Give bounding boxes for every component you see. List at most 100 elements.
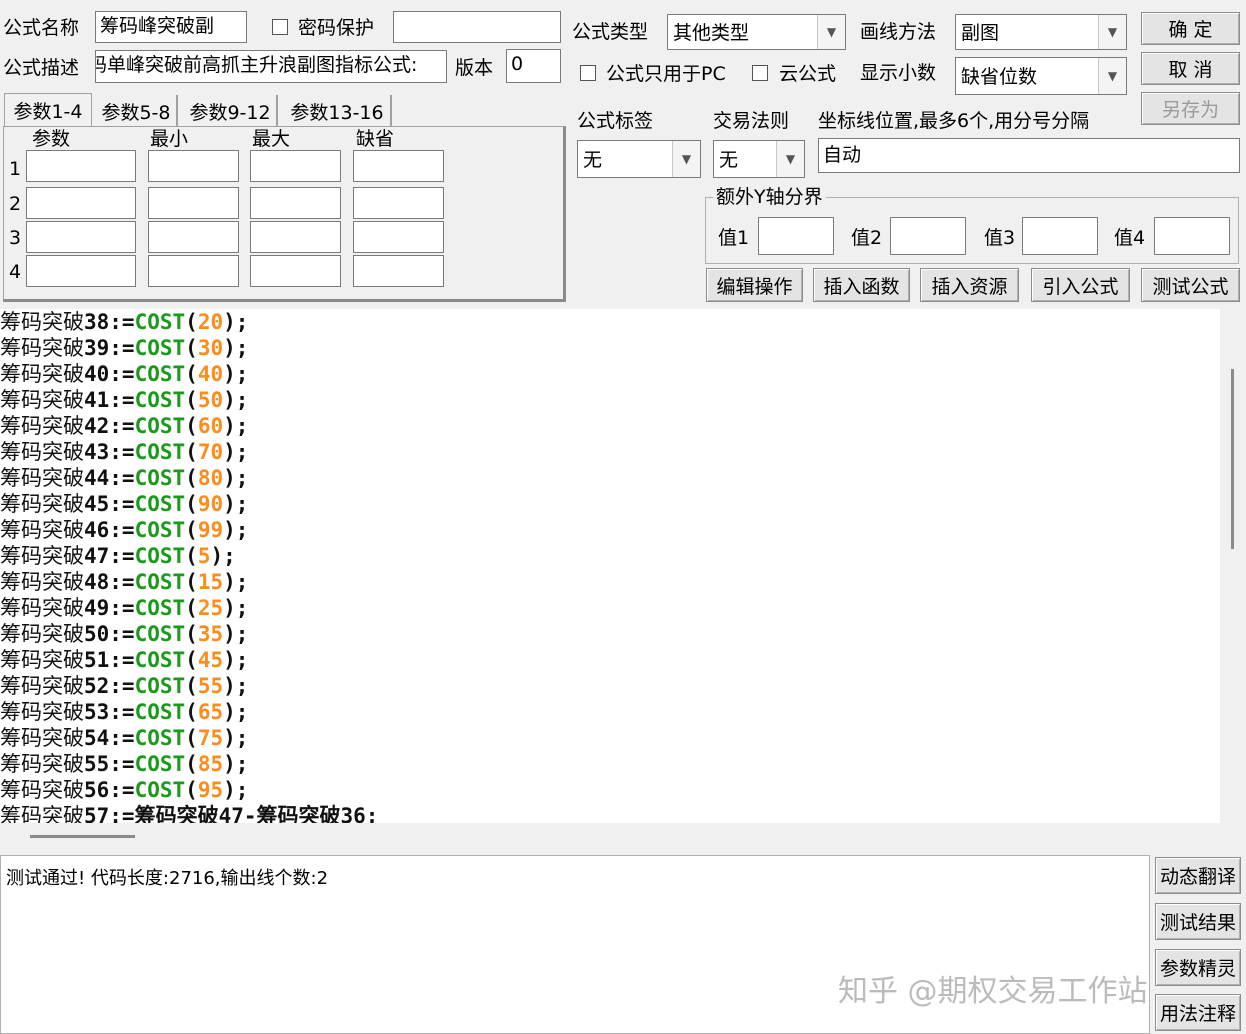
param-min-input[interactable] bbox=[148, 150, 239, 182]
code-horizontal-scrollbar[interactable] bbox=[0, 823, 1240, 851]
draw-select[interactable]: 副图 ▼ bbox=[955, 14, 1127, 50]
code-line[interactable]: 筹码突破55:=COST(85); bbox=[0, 751, 248, 777]
insert-resource-button[interactable]: 插入资源 bbox=[920, 268, 1019, 302]
save-as-button[interactable]: 另存为 bbox=[1141, 92, 1240, 125]
code-line[interactable]: 筹码突破54:=COST(75); bbox=[0, 725, 248, 751]
chevron-down-icon[interactable]: ▼ bbox=[776, 141, 804, 177]
param-min-input[interactable] bbox=[148, 187, 239, 219]
code-line[interactable]: 筹码突破50:=COST(35); bbox=[0, 621, 248, 647]
version-input[interactable]: 0 bbox=[506, 49, 561, 83]
params-row-label: 3 bbox=[9, 227, 22, 249]
param-min-input[interactable] bbox=[148, 255, 239, 287]
dynamic-translate-button[interactable]: 动态翻译 bbox=[1155, 857, 1241, 894]
decimals-select[interactable]: 缺省位数 ▼ bbox=[955, 57, 1127, 95]
version-label: 版本 bbox=[455, 57, 494, 79]
code-line[interactable]: 筹码突破46:=COST(99); bbox=[0, 517, 248, 543]
code-line[interactable]: 筹码突破43:=COST(70); bbox=[0, 439, 248, 465]
code-function: COST bbox=[134, 336, 186, 360]
y-value-3-input[interactable] bbox=[1022, 217, 1098, 255]
chevron-down-icon[interactable]: ▼ bbox=[1098, 15, 1126, 49]
edit-ops-button[interactable]: 编辑操作 bbox=[706, 268, 803, 302]
code-line[interactable]: 筹码突破53:=COST(65); bbox=[0, 699, 248, 725]
code-line[interactable]: 筹码突破42:=COST(60); bbox=[0, 413, 248, 439]
code-text: 筹码突破 bbox=[0, 622, 84, 646]
y-value-4-input[interactable] bbox=[1154, 217, 1230, 255]
param-default-input[interactable] bbox=[353, 150, 444, 182]
code-line[interactable]: 筹码突破38:=COST(20); bbox=[0, 309, 248, 335]
scrollbar-thumb[interactable] bbox=[1231, 369, 1234, 549]
pc-only-checkbox[interactable] bbox=[580, 65, 596, 81]
rule-select[interactable]: 无 ▼ bbox=[713, 140, 805, 178]
code-text: 54:= bbox=[84, 726, 135, 750]
code-text: ( bbox=[185, 752, 198, 776]
y-value-1-input[interactable] bbox=[758, 217, 834, 255]
code-function: COST bbox=[134, 518, 186, 542]
param-name-input[interactable] bbox=[26, 187, 136, 219]
param-max-input[interactable] bbox=[250, 150, 341, 182]
param-name-input[interactable] bbox=[26, 150, 136, 182]
code-line[interactable]: 筹码突破41:=COST(50); bbox=[0, 387, 248, 413]
name-input[interactable]: 筹码峰突破副 bbox=[95, 11, 247, 43]
password-input[interactable] bbox=[393, 11, 561, 43]
type-select[interactable]: 其他类型 ▼ bbox=[667, 14, 846, 50]
code-number: 45 bbox=[197, 648, 224, 672]
tab-params-9-12[interactable]: 参数9-12 bbox=[184, 95, 278, 127]
tab-params-13-16[interactable]: 参数13-16 bbox=[284, 95, 392, 127]
chevron-down-icon[interactable]: ▼ bbox=[672, 141, 700, 177]
param-default-input[interactable] bbox=[353, 187, 444, 219]
password-checkbox[interactable] bbox=[272, 19, 288, 35]
test-result-button[interactable]: 测试结果 bbox=[1155, 903, 1241, 940]
import-formula-button[interactable]: 引入公式 bbox=[1031, 268, 1130, 302]
code-text: 52:= bbox=[84, 674, 135, 698]
param-min-input[interactable] bbox=[148, 221, 239, 253]
param-wizard-button[interactable]: 参数精灵 bbox=[1155, 949, 1241, 986]
test-formula-button[interactable]: 测试公式 bbox=[1141, 268, 1240, 302]
insert-function-button[interactable]: 插入函数 bbox=[813, 268, 910, 302]
param-default-input[interactable] bbox=[353, 255, 444, 287]
y-value-2-input[interactable] bbox=[890, 217, 966, 255]
code-editor[interactable]: 筹码突破38:=COST(20); 筹码突破39:=COST(30); 筹码突破40… bbox=[0, 309, 1220, 823]
code-line[interactable]: 筹码突破39:=COST(30); bbox=[0, 335, 248, 361]
tab-params-5-8[interactable]: 参数5-8 bbox=[96, 95, 178, 127]
scrollbar-thumb[interactable] bbox=[30, 835, 135, 838]
cloud-checkbox[interactable] bbox=[752, 65, 768, 81]
code-line[interactable]: 筹码突破45:=COST(90); bbox=[0, 491, 248, 517]
param-max-input[interactable] bbox=[250, 187, 341, 219]
code-number: 55 bbox=[197, 674, 224, 698]
params-header-name: 参数 bbox=[32, 128, 71, 150]
code-line[interactable]: 筹码突破52:=COST(55); bbox=[0, 673, 248, 699]
param-max-input[interactable] bbox=[250, 221, 341, 253]
cancel-button[interactable]: 取 消 bbox=[1141, 52, 1240, 85]
tab-params-1-4[interactable]: 参数1-4 bbox=[4, 93, 92, 127]
param-name-input[interactable] bbox=[26, 255, 136, 287]
params-header-max: 最大 bbox=[252, 128, 291, 150]
code-line[interactable]: 筹码突破48:=COST(15); bbox=[0, 569, 248, 595]
param-name-input[interactable] bbox=[26, 221, 136, 253]
code-text: ); bbox=[223, 726, 249, 750]
param-default-input[interactable] bbox=[353, 221, 444, 253]
code-vertical-scrollbar[interactable] bbox=[1220, 309, 1240, 823]
code-text: 53:= bbox=[84, 700, 135, 724]
code-line[interactable]: 筹码突破44:=COST(80); bbox=[0, 465, 248, 491]
param-max-input[interactable] bbox=[250, 255, 341, 287]
code-line[interactable]: 筹码突破49:=COST(25); bbox=[0, 595, 248, 621]
code-function: COST bbox=[134, 596, 186, 620]
axis-input[interactable]: 自动 bbox=[818, 138, 1240, 173]
chevron-down-icon[interactable]: ▼ bbox=[817, 15, 845, 49]
code-number: 65 bbox=[197, 700, 224, 724]
usage-notes-button[interactable]: 用法注释 bbox=[1155, 994, 1241, 1031]
code-line[interactable]: 筹码突破57:=筹码突破47-筹码突破36; bbox=[0, 803, 378, 823]
ok-button[interactable]: 确 定 bbox=[1141, 12, 1240, 45]
status-text: 测试通过! 代码长度:2716,输出线个数:2 bbox=[6, 868, 329, 889]
code-line[interactable]: 筹码突破56:=COST(95); bbox=[0, 777, 248, 803]
code-text: 49:= bbox=[84, 596, 135, 620]
code-text: 筹码突破 bbox=[0, 648, 84, 672]
code-function: COST bbox=[134, 362, 186, 386]
code-line[interactable]: 筹码突破47:=COST(5); bbox=[0, 543, 236, 569]
chevron-down-icon[interactable]: ▼ bbox=[1098, 58, 1126, 94]
tag-select[interactable]: 无 ▼ bbox=[577, 140, 701, 178]
code-line[interactable]: 筹码突破40:=COST(40); bbox=[0, 361, 248, 387]
code-line[interactable]: 筹码突破51:=COST(45); bbox=[0, 647, 248, 673]
code-text: ); bbox=[223, 414, 249, 438]
desc-input[interactable]: 码单峰突破前高抓主升浪副图指标公式: bbox=[95, 50, 447, 83]
